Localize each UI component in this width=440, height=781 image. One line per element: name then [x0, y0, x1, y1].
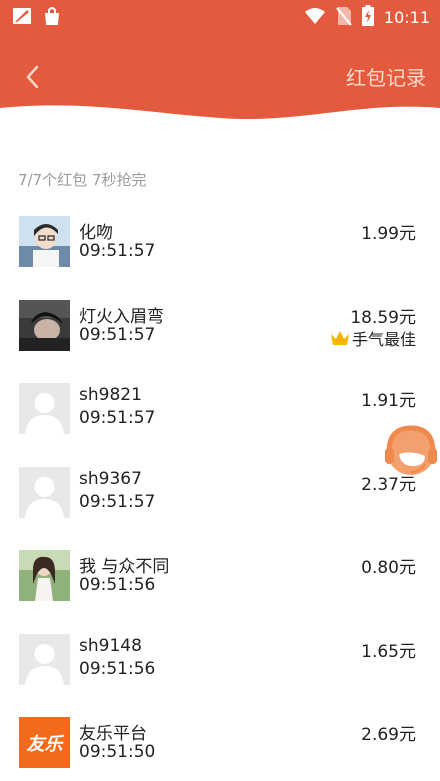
default-avatar-icon	[19, 466, 70, 518]
default-avatar-icon	[19, 633, 70, 685]
sender-name: 友乐平台	[79, 724, 147, 744]
amount: 1.65元	[361, 641, 416, 662]
sender-name: sh9367	[79, 468, 142, 489]
headset-icon	[385, 425, 437, 475]
youle-logo: 友乐	[19, 717, 70, 768]
grab-time: 09:51:57	[79, 491, 156, 512]
customer-service-button[interactable]	[381, 420, 440, 482]
red-packet-summary: 7/7个红包 7秒抢完	[18, 171, 147, 189]
page-title: 红包记录	[346, 66, 426, 90]
best-luck-label: 手气最佳	[351, 329, 416, 349]
crown-icon	[330, 330, 349, 345]
sender-name: 化吻	[79, 223, 113, 243]
amount: 1.99元	[361, 224, 416, 244]
list-item[interactable]: sh9148 09:51:56 1.65元	[0, 628, 440, 712]
nav-bar: 红包记录	[0, 48, 440, 104]
list-item[interactable]: sh9821 09:51:57 1.91元	[0, 377, 440, 461]
logo-text: 友乐	[27, 734, 65, 755]
sender-name: sh9821	[79, 385, 142, 405]
list-item[interactable]: 化吻 09:51:57 1.99元	[0, 210, 440, 294]
avatar[interactable]	[19, 299, 70, 351]
sender-name: 灯火入眉弯	[79, 306, 164, 327]
shopping-bag-icon	[42, 6, 62, 30]
list-item[interactable]: 友乐 友乐平台 09:51:50 2.69元	[0, 711, 440, 781]
sender-name: sh9148	[79, 635, 142, 656]
notification-app-icon	[12, 6, 32, 30]
grab-time: 09:51:57	[79, 241, 156, 261]
grab-time: 09:51:56	[79, 658, 156, 679]
amount: 0.80元	[361, 558, 416, 578]
avatar[interactable]: 友乐	[19, 717, 70, 768]
amount: 1.91元	[361, 391, 416, 411]
list-item[interactable]: sh9367 09:51:57 2.37元	[0, 461, 440, 545]
wifi-icon	[304, 7, 326, 29]
grab-time: 09:51:56	[79, 575, 156, 595]
status-bar: 10:11	[0, 0, 440, 34]
no-sim-icon	[336, 6, 352, 30]
grab-time: 09:51:57	[79, 408, 156, 428]
best-luck-badge: 手气最佳	[330, 326, 416, 350]
grab-time: 09:51:50	[79, 742, 156, 762]
header: 10:11 红包记录	[0, 0, 440, 125]
avatar[interactable]	[19, 633, 70, 685]
battery-charging-icon	[361, 5, 374, 30]
chevron-left-icon	[26, 65, 39, 89]
sender-name: 我 与众不同	[79, 557, 170, 577]
record-list: 化吻 09:51:57 1.99元 灯火入眉弯 09:51:57 18.59元 …	[0, 210, 440, 781]
back-button[interactable]	[18, 62, 48, 92]
list-item[interactable]: 我 与众不同 09:51:56 0.80元	[0, 544, 440, 628]
list-item[interactable]: 灯火入眉弯 09:51:57 18.59元 手气最佳	[0, 294, 440, 378]
avatar[interactable]	[19, 550, 70, 601]
grab-time: 09:51:57	[79, 324, 156, 345]
avatar[interactable]	[19, 466, 70, 518]
default-avatar-icon	[19, 383, 70, 434]
avatar[interactable]	[19, 383, 70, 434]
amount: 18.59元	[350, 307, 416, 328]
avatar[interactable]	[19, 216, 70, 267]
status-time: 10:11	[383, 8, 430, 27]
amount: 2.69元	[361, 725, 416, 745]
